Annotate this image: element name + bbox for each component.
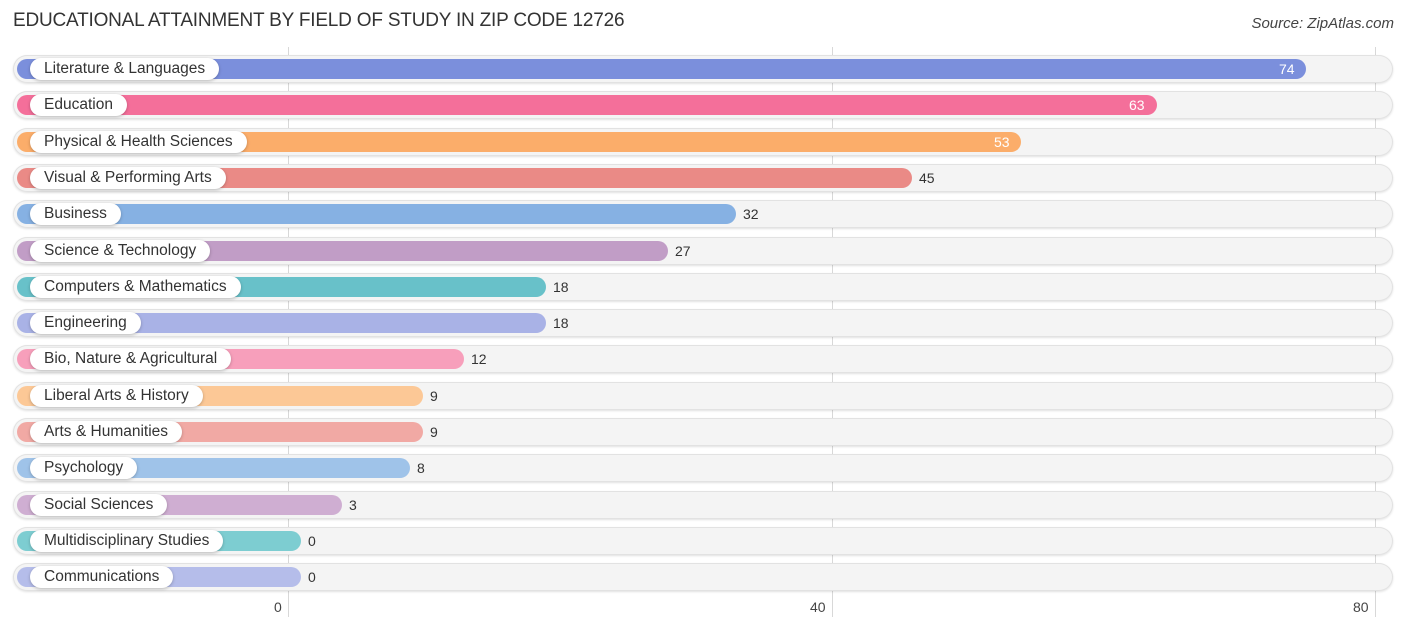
value-label: 12 bbox=[471, 351, 487, 367]
category-label: Arts & Humanities bbox=[30, 421, 183, 443]
value-label: 27 bbox=[675, 243, 691, 259]
x-tick-label: 40 bbox=[810, 599, 826, 615]
value-label: 9 bbox=[430, 424, 438, 440]
category-label: Education bbox=[30, 94, 127, 116]
value-label: 53 bbox=[994, 134, 1010, 150]
category-label: Multidisciplinary Studies bbox=[30, 530, 224, 552]
value-label: 63 bbox=[1129, 97, 1145, 113]
value-label: 9 bbox=[430, 388, 438, 404]
category-label: Liberal Arts & History bbox=[30, 385, 203, 407]
value-label: 0 bbox=[308, 569, 316, 585]
value-label: 32 bbox=[743, 206, 759, 222]
value-label: 18 bbox=[553, 279, 569, 295]
category-label: Social Sciences bbox=[30, 494, 168, 516]
category-label: Science & Technology bbox=[30, 240, 211, 262]
category-label: Business bbox=[30, 203, 121, 225]
category-label: Communications bbox=[30, 566, 174, 588]
bar[interactable] bbox=[17, 95, 1157, 115]
category-label: Visual & Performing Arts bbox=[30, 167, 226, 189]
category-label: Psychology bbox=[30, 457, 138, 479]
category-label: Engineering bbox=[30, 312, 141, 334]
x-tick-label: 0 bbox=[274, 599, 282, 615]
value-label: 45 bbox=[919, 170, 935, 186]
value-label: 3 bbox=[349, 497, 357, 513]
value-label: 74 bbox=[1279, 61, 1295, 77]
bar-chart: 0 40 80 Literature & Languages 74 Education 63… bbox=[0, 0, 1406, 631]
category-label: Computers & Mathematics bbox=[30, 276, 241, 298]
value-label: 0 bbox=[308, 533, 316, 549]
bar[interactable] bbox=[17, 204, 736, 224]
value-label: 8 bbox=[417, 460, 425, 476]
x-tick-label: 80 bbox=[1353, 599, 1369, 615]
value-label: 18 bbox=[553, 315, 569, 331]
category-label: Literature & Languages bbox=[30, 58, 220, 80]
category-label: Bio, Nature & Agricultural bbox=[30, 348, 232, 370]
category-label: Physical & Health Sciences bbox=[30, 131, 247, 153]
